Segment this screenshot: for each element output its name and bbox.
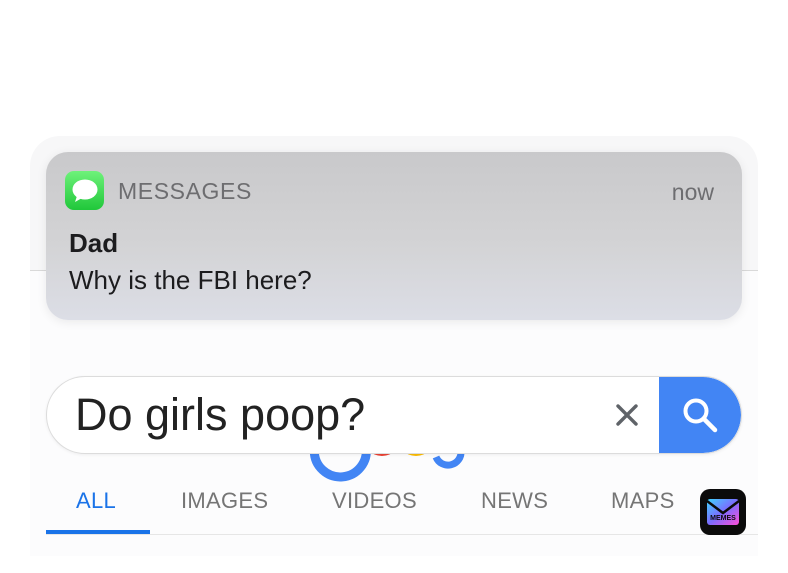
watermark-text: MEMES <box>710 515 736 522</box>
notification-time: now <box>671 179 714 205</box>
messages-bubble-icon <box>72 179 97 202</box>
notification-sender: Dad <box>69 228 119 258</box>
search-input[interactable] <box>75 377 585 453</box>
message-notification[interactable]: MESSAGES now Dad Why is the FBI here? <box>46 152 742 320</box>
close-icon <box>616 404 638 426</box>
meme-canvas: ALL IMAGES VIDEOS NEWS MAPS MESSAGES now… <box>0 0 788 573</box>
notification-message: Why is the FBI here? <box>69 265 312 295</box>
notification-app-name: MESSAGES <box>118 178 252 204</box>
memes-watermark-logo: MEMES <box>700 489 746 535</box>
search-icon <box>683 398 718 433</box>
search-box[interactable] <box>46 376 742 454</box>
search-tabs: ALL IMAGES VIDEOS NEWS MAPS <box>30 476 758 536</box>
tabs-divider <box>46 534 758 535</box>
messages-app-icon <box>65 171 104 210</box>
tab-all[interactable]: ALL <box>76 488 116 514</box>
search-submit-button[interactable] <box>659 377 741 453</box>
tab-images[interactable]: IMAGES <box>181 488 268 514</box>
tab-videos[interactable]: VIDEOS <box>332 488 417 514</box>
tab-maps[interactable]: MAPS <box>611 488 675 514</box>
tab-news[interactable]: NEWS <box>481 488 548 514</box>
clear-search-button[interactable] <box>607 395 647 435</box>
